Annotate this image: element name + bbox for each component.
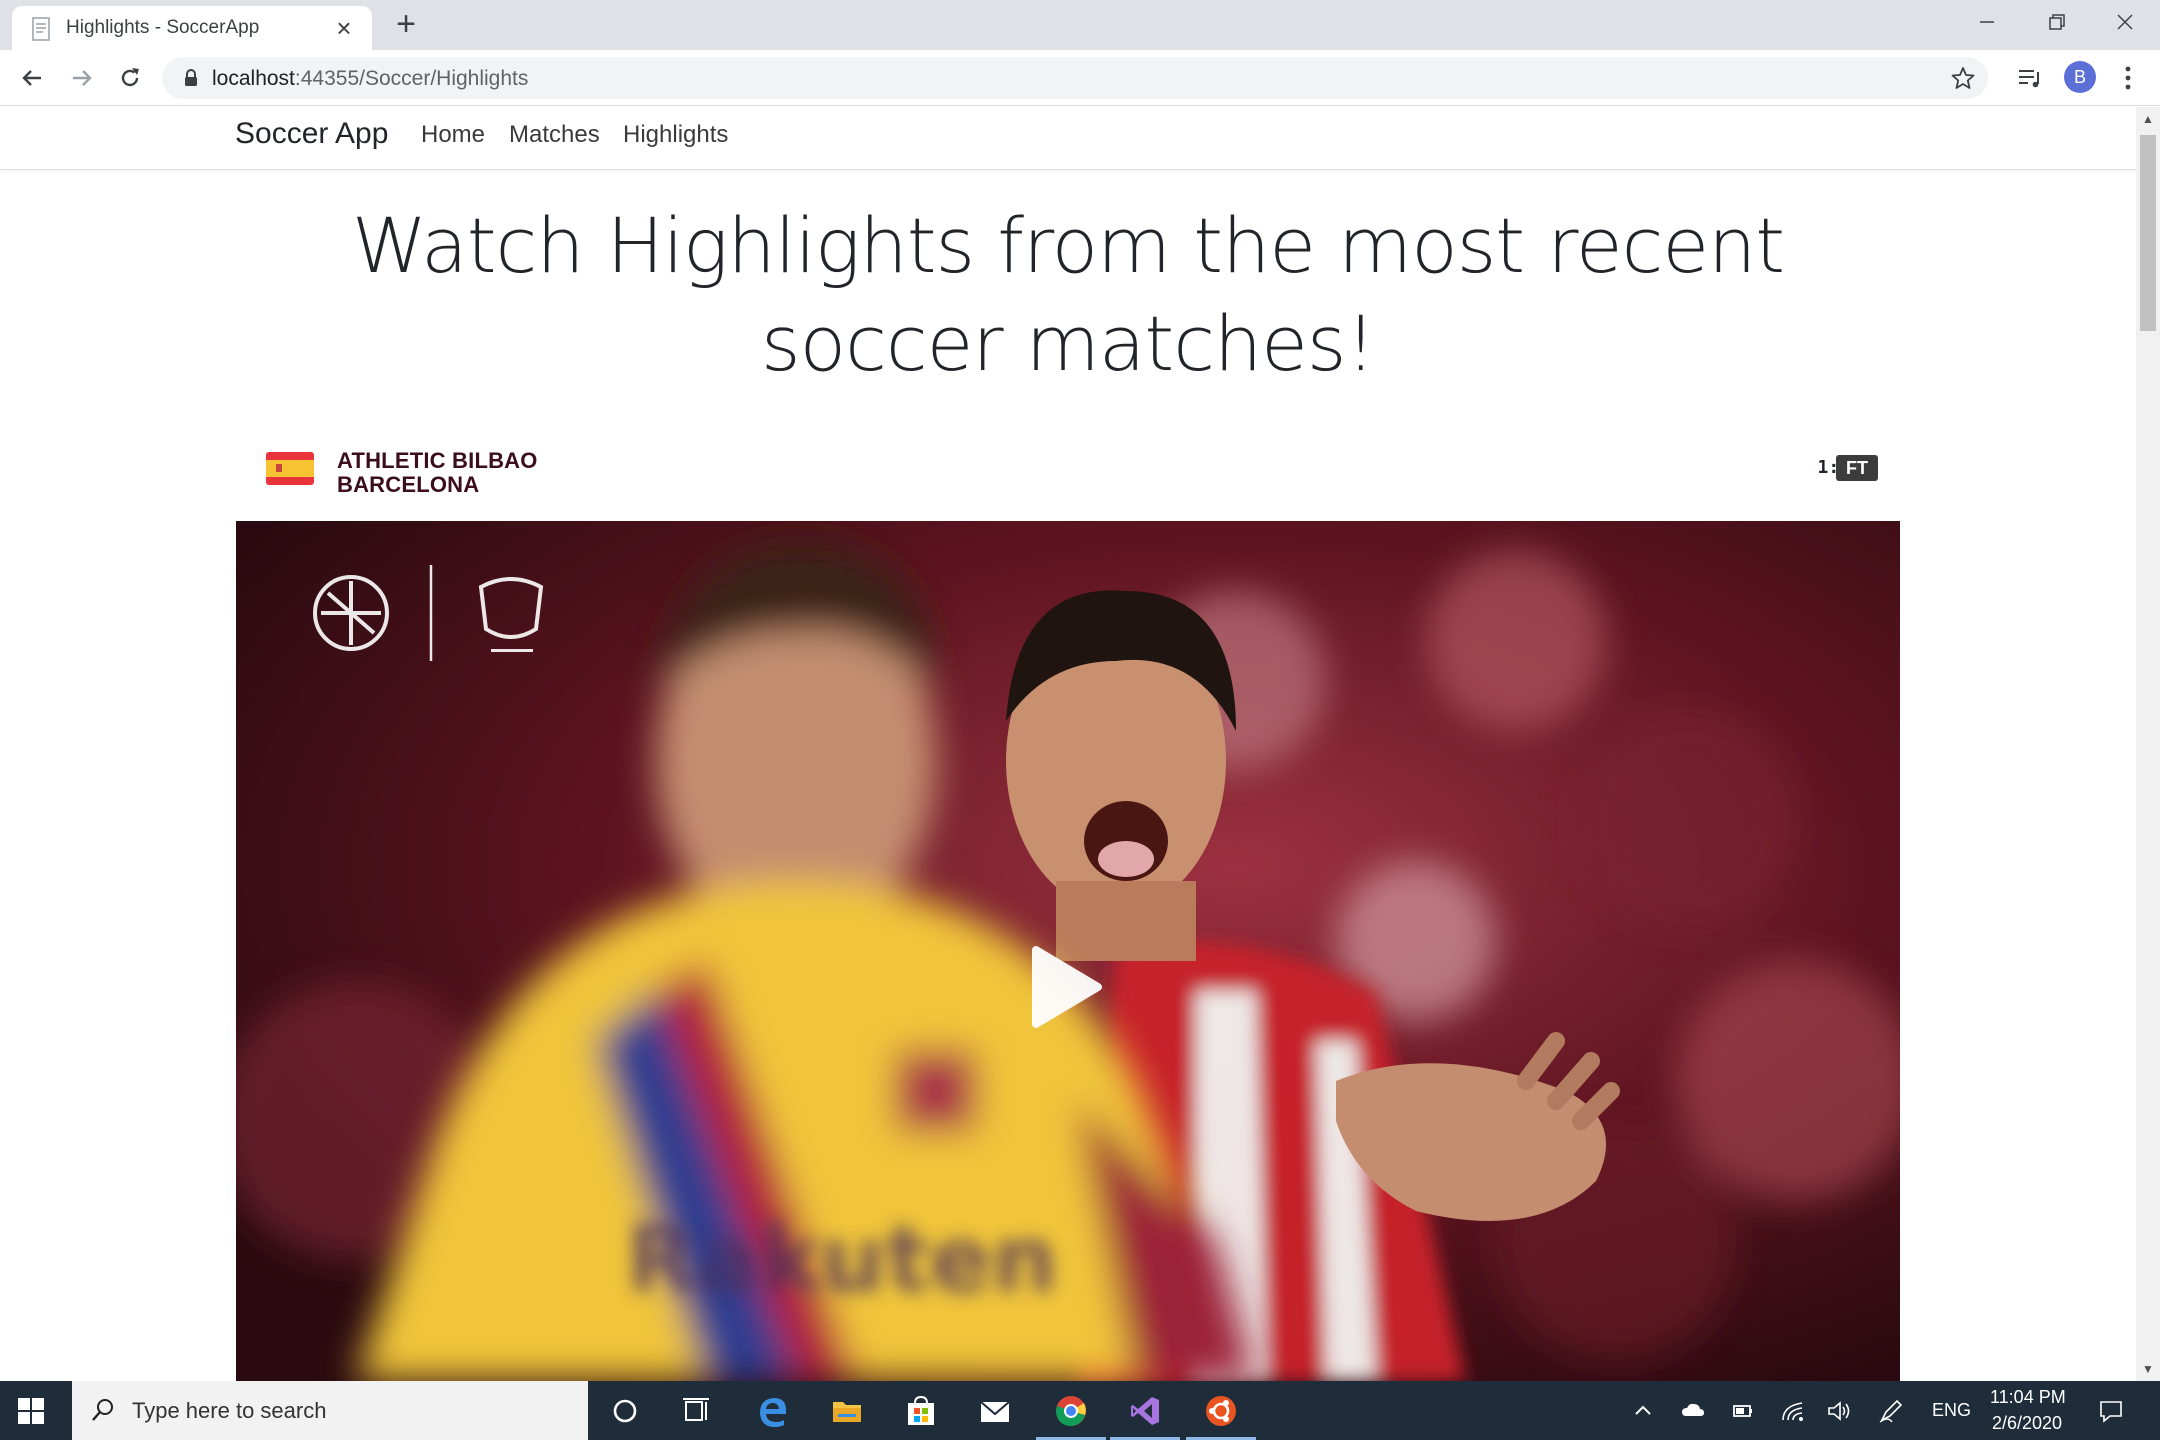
svg-text:Rakuten: Rakuten [626, 1206, 1057, 1313]
app-brand[interactable]: Soccer App [235, 117, 388, 151]
taskbar-file-explorer[interactable] [810, 1381, 884, 1440]
page-favicon-icon [32, 17, 50, 41]
task-view-button[interactable] [660, 1381, 734, 1440]
play-icon[interactable] [1030, 946, 1102, 1028]
search-placeholder: Type here to search [132, 1398, 327, 1423]
cortana-circle-icon [613, 1399, 637, 1422]
battery-icon[interactable] [1730, 1398, 1756, 1424]
wifi-icon[interactable] [1780, 1398, 1806, 1424]
windows-start-icon[interactable] [18, 1398, 44, 1424]
back-button[interactable] [14, 60, 50, 96]
arrow-left-icon [22, 70, 41, 86]
taskbar-ubuntu[interactable] [1184, 1381, 1258, 1440]
taskbar-edge[interactable] [736, 1381, 810, 1440]
taskbar-visual-studio[interactable] [1108, 1381, 1182, 1440]
close-window-button[interactable] [2090, 0, 2160, 44]
store-bag-icon [908, 1395, 934, 1425]
page-title: Watch Highlights from the most recent so… [351, 201, 1785, 388]
minimize-icon [1980, 21, 1994, 23]
chrome-icon [1056, 1395, 1086, 1426]
clock-time[interactable]: 11:04 PM [1990, 1387, 2066, 1408]
cortana-button[interactable] [588, 1381, 662, 1440]
forward-button[interactable] [64, 60, 100, 96]
ubuntu-icon [1206, 1395, 1236, 1426]
browser-toolbar: localhost:44355/Soccer/Highlights [0, 50, 2160, 106]
taskbar-search-box[interactable]: Type here to search [72, 1381, 588, 1440]
edge-icon [760, 1397, 786, 1427]
playlist-icon [2019, 70, 2039, 88]
nav-link-matches[interactable]: Matches [509, 121, 600, 149]
taskbar-mail[interactable] [958, 1381, 1032, 1440]
clock-date[interactable]: 2/6/2020 [1992, 1413, 2062, 1434]
scroll-down-arrow-icon[interactable]: ▼ [2140, 1361, 2156, 1377]
lock-icon [185, 69, 197, 86]
input-language[interactable]: ENG [1932, 1400, 1971, 1421]
mail-icon [980, 1400, 1010, 1422]
scroll-thumb[interactable] [2140, 135, 2156, 331]
match-status-badge: FT [1836, 455, 1878, 481]
onedrive-cloud-icon[interactable] [1680, 1398, 1706, 1424]
profile-avatar[interactable]: B [2064, 61, 2096, 93]
task-view-icon [683, 1397, 709, 1421]
taskbar-store[interactable] [884, 1381, 958, 1440]
taskbar-chrome[interactable] [1034, 1381, 1108, 1440]
minimize-window-button[interactable] [1952, 0, 2022, 44]
restore-icon [2049, 14, 2065, 30]
away-team-name: BARCELONA [337, 472, 480, 497]
search-icon [92, 1399, 113, 1421]
folder-icon [833, 1401, 861, 1422]
page-scrollbar[interactable]: ▲ ▼ [2136, 107, 2160, 1381]
page-viewport: Soccer App Home Matches Highlights Watch… [0, 107, 2136, 1381]
url-path: :44355/Soccer/Highlights [294, 67, 529, 90]
more-menu-icon[interactable] [2118, 62, 2138, 94]
notification-center-icon[interactable] [2098, 1398, 2124, 1424]
windows-taskbar: Type here to search ENG 11:04 PM 2/6/202… [0, 1381, 2160, 1440]
spain-flag-icon [266, 452, 314, 485]
scroll-up-arrow-icon[interactable]: ▲ [2140, 111, 2156, 127]
nav-link-highlights[interactable]: Highlights [623, 121, 728, 149]
chevron-up-icon[interactable] [1630, 1398, 1656, 1424]
visual-studio-icon [1131, 1396, 1159, 1425]
app-navbar: Soccer App Home Matches Highlights [0, 107, 2136, 170]
url-text: localhost:44355/Soccer/Highlights [212, 67, 528, 91]
bookmark-star-icon[interactable] [1950, 65, 1976, 91]
browser-tab[interactable]: Highlights - SoccerApp × [12, 6, 372, 50]
address-bar[interactable]: localhost:44355/Soccer/Highlights [162, 57, 1988, 99]
nav-link-home[interactable]: Home [421, 121, 485, 149]
volume-icon[interactable] [1826, 1398, 1852, 1424]
close-icon [2117, 14, 2133, 30]
match-header: ATHLETIC BILBAO BARCELONA 1:0 FT [236, 442, 1900, 502]
restore-window-button[interactable] [2022, 0, 2092, 44]
pen-icon[interactable] [1878, 1398, 1904, 1424]
url-host: localhost [212, 67, 295, 90]
home-team-name: ATHLETIC BILBAO [337, 448, 538, 473]
media-controls-button[interactable] [2014, 62, 2046, 94]
reload-icon [121, 68, 139, 87]
tab-title: Highlights - SoccerApp [66, 17, 260, 38]
browser-tab-strip: Highlights - SoccerApp × + [0, 0, 2160, 50]
arrow-right-icon [73, 70, 92, 86]
reload-button[interactable] [112, 60, 148, 96]
tab-close-icon[interactable]: × [330, 14, 358, 42]
new-tab-icon[interactable]: + [390, 7, 422, 41]
